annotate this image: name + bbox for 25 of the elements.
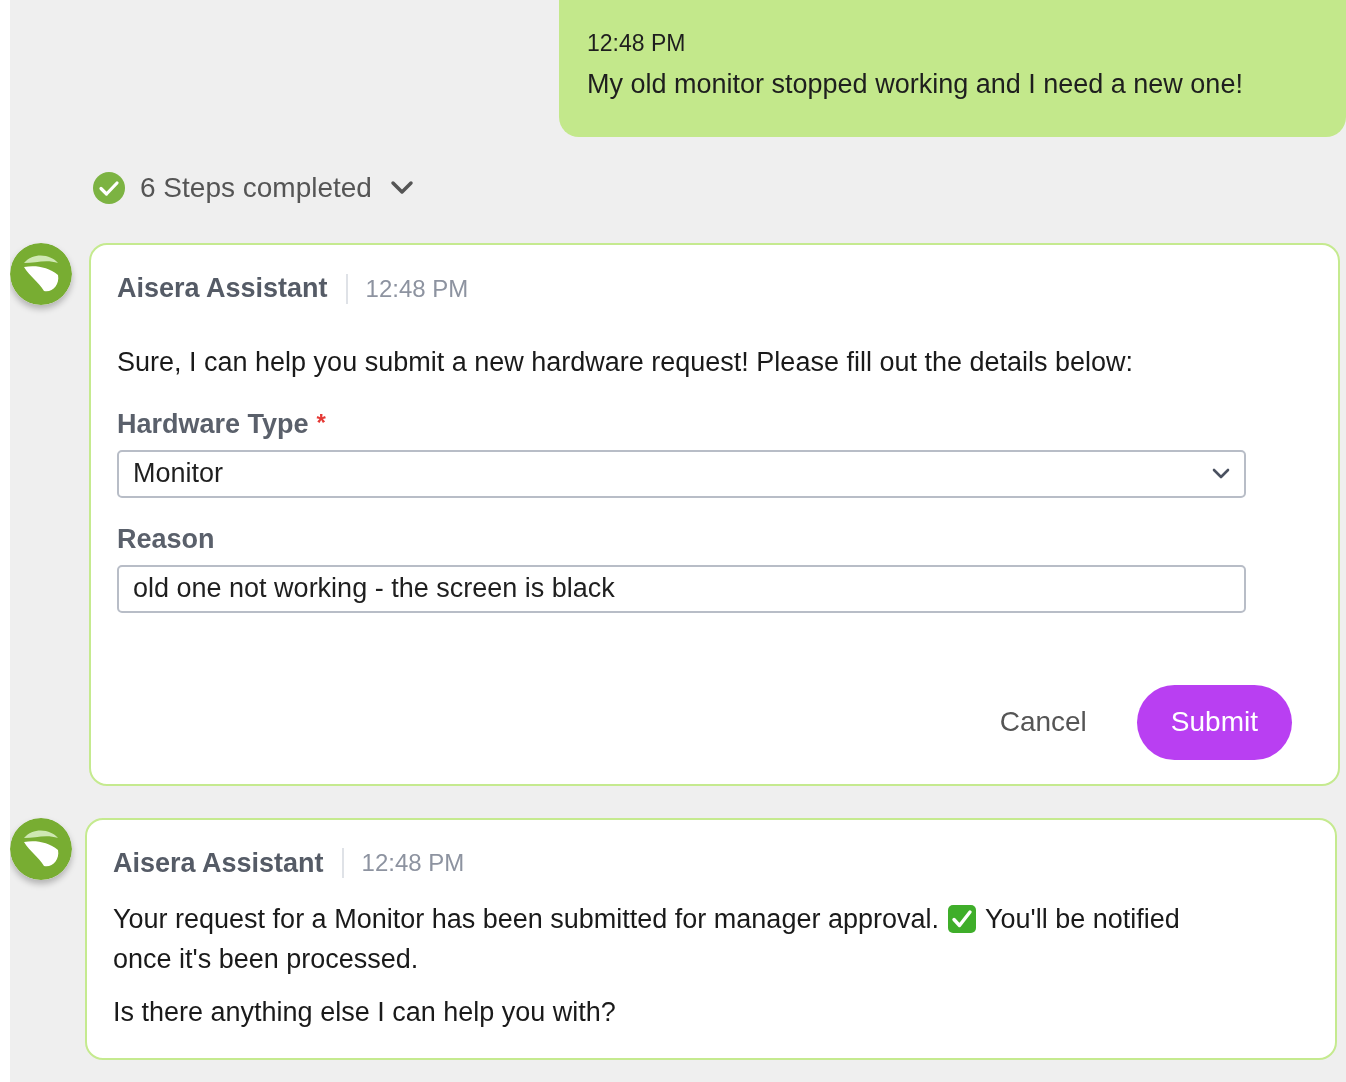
message-text: Is there anything else I can help you with?: [113, 995, 616, 1029]
message-text: Sure, I can help you submit a new hardware request! Please fill out the details below:: [117, 346, 1135, 379]
checkmark-icon: [947, 903, 977, 934]
check-circle-icon: [92, 171, 126, 205]
input-field[interactable]: old one not working - the screen is black: [117, 564, 1246, 613]
cancel-button[interactable]: Cancel: [999, 706, 1087, 738]
message-time: 12:48 PM: [361, 849, 465, 877]
steps-toggle[interactable]: 6 Steps completed: [92, 171, 414, 205]
avatar-icon: [10, 817, 72, 880]
sender-name: Aisera Assistant: [113, 847, 324, 879]
message-time: 12:48 PM: [587, 30, 687, 57]
message-text: My old monitor stopped working and I need a new one!: [587, 69, 1244, 100]
chevron-icon: [389, 180, 414, 196]
message-text: You'll be notified: [985, 902, 1180, 936]
submit-button[interactable]: Submit: [1136, 684, 1292, 760]
dropdown-field[interactable]: Monitor: [117, 449, 1246, 498]
message-time: 12:48 PM: [365, 274, 469, 303]
field-label: Hardware Type: [117, 408, 309, 440]
field-label: Reason: [117, 523, 215, 555]
avatar-icon: [10, 243, 72, 305]
message-text: Your request for a Monitor has been submitted for manager approval.: [113, 902, 939, 936]
message-text: once it's been processed.: [113, 943, 419, 976]
sender-name: Aisera Assistant: [117, 273, 328, 304]
required-marker: *: [316, 408, 326, 438]
chevron-icon: [1212, 467, 1230, 480]
